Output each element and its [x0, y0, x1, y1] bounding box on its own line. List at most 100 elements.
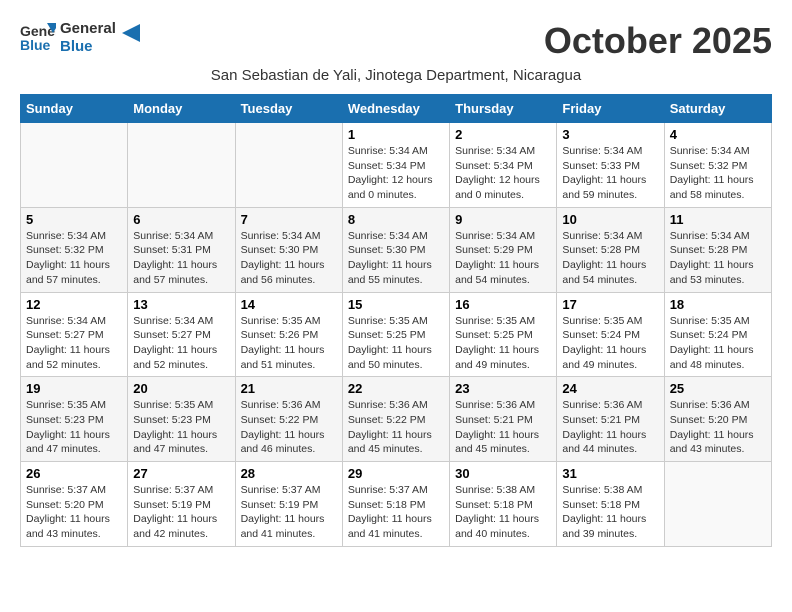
calendar-week-row: 5Sunrise: 5:34 AMSunset: 5:32 PMDaylight…	[21, 207, 772, 292]
col-thursday: Thursday	[450, 95, 557, 123]
day-number: 29	[348, 466, 444, 481]
calendar-week-row: 1 Sunrise: 5:34 AMSunset: 5:34 PMDaylight…	[21, 123, 772, 208]
table-row: 19 Sunrise: 5:35 AMSunset: 5:23 PMDayligh…	[21, 377, 128, 462]
table-row: 24 Sunrise: 5:36 AMSunset: 5:21 PMDayligh…	[557, 377, 664, 462]
calendar-week-row: 12 Sunrise: 5:34 AMSunset: 5:27 PMDayligh…	[21, 292, 772, 377]
calendar-header-row: Sunday Monday Tuesday Wednesday Thursday…	[21, 95, 772, 123]
day-info: Sunrise: 5:37 AMSunset: 5:20 PMDaylight:…	[26, 483, 122, 542]
day-number: 21	[241, 381, 337, 396]
day-number: 23	[455, 381, 551, 396]
table-row: 28 Sunrise: 5:37 AMSunset: 5:19 PMDayligh…	[235, 462, 342, 547]
day-number: 12	[26, 297, 122, 312]
day-info: Sunrise: 5:36 AMSunset: 5:22 PMDaylight:…	[348, 398, 444, 457]
table-row: 12 Sunrise: 5:34 AMSunset: 5:27 PMDayligh…	[21, 292, 128, 377]
svg-text:Blue: Blue	[20, 37, 51, 53]
day-number: 15	[348, 297, 444, 312]
day-number: 13	[133, 297, 229, 312]
day-info: Sunrise: 5:34 AMSunset: 5:33 PMDaylight:…	[562, 144, 658, 203]
day-number: 7	[241, 212, 337, 227]
table-row: 13 Sunrise: 5:34 AMSunset: 5:27 PMDayligh…	[128, 292, 235, 377]
logo-blue-text: Blue	[60, 38, 116, 56]
table-row: 26Sunrise: 5:37 AMSunset: 5:20 PMDayligh…	[21, 462, 128, 547]
logo-icon: General Blue	[20, 20, 56, 56]
table-row: 31Sunrise: 5:38 AMSunset: 5:18 PMDayligh…	[557, 462, 664, 547]
day-number: 10	[562, 212, 658, 227]
day-number: 4	[670, 127, 766, 142]
day-info: Sunrise: 5:37 AMSunset: 5:18 PMDaylight:…	[348, 483, 444, 542]
calendar-table: Sunday Monday Tuesday Wednesday Thursday…	[20, 94, 772, 547]
day-number: 19	[26, 381, 122, 396]
col-friday: Friday	[557, 95, 664, 123]
table-row: 14Sunrise: 5:35 AMSunset: 5:26 PMDayligh…	[235, 292, 342, 377]
table-row: 20 Sunrise: 5:35 AMSunset: 5:23 PMDayligh…	[128, 377, 235, 462]
day-number: 25	[670, 381, 766, 396]
day-info: Sunrise: 5:35 AMSunset: 5:24 PMDaylight:…	[670, 314, 766, 373]
table-row: 6 Sunrise: 5:34 AMSunset: 5:31 PMDaylight…	[128, 207, 235, 292]
day-info: Sunrise: 5:34 AMSunset: 5:34 PMDaylight:…	[348, 144, 444, 203]
table-row: 27 Sunrise: 5:37 AMSunset: 5:19 PMDayligh…	[128, 462, 235, 547]
header: General Blue General Blue October 2025	[20, 20, 772, 62]
day-info: Sunrise: 5:35 AMSunset: 5:24 PMDaylight:…	[562, 314, 658, 373]
col-wednesday: Wednesday	[342, 95, 449, 123]
day-info: Sunrise: 5:35 AMSunset: 5:25 PMDaylight:…	[455, 314, 551, 373]
day-number: 27	[133, 466, 229, 481]
table-row: 7 Sunrise: 5:34 AMSunset: 5:30 PMDaylight…	[235, 207, 342, 292]
day-number: 11	[670, 212, 766, 227]
col-monday: Monday	[128, 95, 235, 123]
day-info: Sunrise: 5:34 AMSunset: 5:29 PMDaylight:…	[455, 229, 551, 288]
day-info: Sunrise: 5:35 AMSunset: 5:23 PMDaylight:…	[26, 398, 122, 457]
table-row: 2Sunrise: 5:34 AMSunset: 5:34 PMDaylight…	[450, 123, 557, 208]
table-row: 3Sunrise: 5:34 AMSunset: 5:33 PMDaylight…	[557, 123, 664, 208]
day-number: 16	[455, 297, 551, 312]
day-number: 6	[133, 212, 229, 227]
table-row: 18Sunrise: 5:35 AMSunset: 5:24 PMDayligh…	[664, 292, 771, 377]
table-row: 11Sunrise: 5:34 AMSunset: 5:28 PMDayligh…	[664, 207, 771, 292]
calendar-week-row: 19 Sunrise: 5:35 AMSunset: 5:23 PMDayligh…	[21, 377, 772, 462]
day-number: 20	[133, 381, 229, 396]
day-info: Sunrise: 5:35 AMSunset: 5:23 PMDaylight:…	[133, 398, 229, 457]
col-tuesday: Tuesday	[235, 95, 342, 123]
table-row: 4 Sunrise: 5:34 AMSunset: 5:32 PMDaylight…	[664, 123, 771, 208]
day-number: 8	[348, 212, 444, 227]
table-row: 8 Sunrise: 5:34 AMSunset: 5:30 PMDaylight…	[342, 207, 449, 292]
table-row	[21, 123, 128, 208]
day-info: Sunrise: 5:37 AMSunset: 5:19 PMDaylight:…	[241, 483, 337, 542]
table-row: 17 Sunrise: 5:35 AMSunset: 5:24 PMDayligh…	[557, 292, 664, 377]
table-row: 29 Sunrise: 5:37 AMSunset: 5:18 PMDayligh…	[342, 462, 449, 547]
table-row	[664, 462, 771, 547]
day-info: Sunrise: 5:34 AMSunset: 5:31 PMDaylight:…	[133, 229, 229, 288]
month-title: October 2025	[544, 20, 772, 62]
day-info: Sunrise: 5:34 AMSunset: 5:32 PMDaylight:…	[26, 229, 122, 288]
table-row: 9Sunrise: 5:34 AMSunset: 5:29 PMDaylight…	[450, 207, 557, 292]
day-info: Sunrise: 5:36 AMSunset: 5:21 PMDaylight:…	[562, 398, 658, 457]
day-number: 24	[562, 381, 658, 396]
day-info: Sunrise: 5:37 AMSunset: 5:19 PMDaylight:…	[133, 483, 229, 542]
day-info: Sunrise: 5:34 AMSunset: 5:27 PMDaylight:…	[133, 314, 229, 373]
table-row: 30 Sunrise: 5:38 AMSunset: 5:18 PMDayligh…	[450, 462, 557, 547]
logo-general-text: General	[60, 20, 116, 38]
day-info: Sunrise: 5:38 AMSunset: 5:18 PMDaylight:…	[455, 483, 551, 542]
logo-arrow-icon	[122, 24, 140, 42]
day-number: 22	[348, 381, 444, 396]
day-number: 30	[455, 466, 551, 481]
calendar-week-row: 26Sunrise: 5:37 AMSunset: 5:20 PMDayligh…	[21, 462, 772, 547]
day-number: 17	[562, 297, 658, 312]
day-info: Sunrise: 5:34 AMSunset: 5:27 PMDaylight:…	[26, 314, 122, 373]
subtitle: San Sebastian de Yali, Jinotega Departme…	[20, 67, 772, 84]
day-info: Sunrise: 5:34 AMSunset: 5:30 PMDaylight:…	[241, 229, 337, 288]
day-info: Sunrise: 5:35 AMSunset: 5:25 PMDaylight:…	[348, 314, 444, 373]
table-row: 15 Sunrise: 5:35 AMSunset: 5:25 PMDayligh…	[342, 292, 449, 377]
day-info: Sunrise: 5:36 AMSunset: 5:20 PMDaylight:…	[670, 398, 766, 457]
table-row: 21 Sunrise: 5:36 AMSunset: 5:22 PMDayligh…	[235, 377, 342, 462]
table-row: 5Sunrise: 5:34 AMSunset: 5:32 PMDaylight…	[21, 207, 128, 292]
page-container: General Blue General Blue October 2025 S…	[20, 20, 772, 547]
day-info: Sunrise: 5:36 AMSunset: 5:21 PMDaylight:…	[455, 398, 551, 457]
day-number: 1	[348, 127, 444, 142]
table-row	[235, 123, 342, 208]
day-info: Sunrise: 5:34 AMSunset: 5:30 PMDaylight:…	[348, 229, 444, 288]
day-info: Sunrise: 5:34 AMSunset: 5:28 PMDaylight:…	[562, 229, 658, 288]
table-row: 1 Sunrise: 5:34 AMSunset: 5:34 PMDaylight…	[342, 123, 449, 208]
day-info: Sunrise: 5:36 AMSunset: 5:22 PMDaylight:…	[241, 398, 337, 457]
day-info: Sunrise: 5:34 AMSunset: 5:32 PMDaylight:…	[670, 144, 766, 203]
day-number: 28	[241, 466, 337, 481]
